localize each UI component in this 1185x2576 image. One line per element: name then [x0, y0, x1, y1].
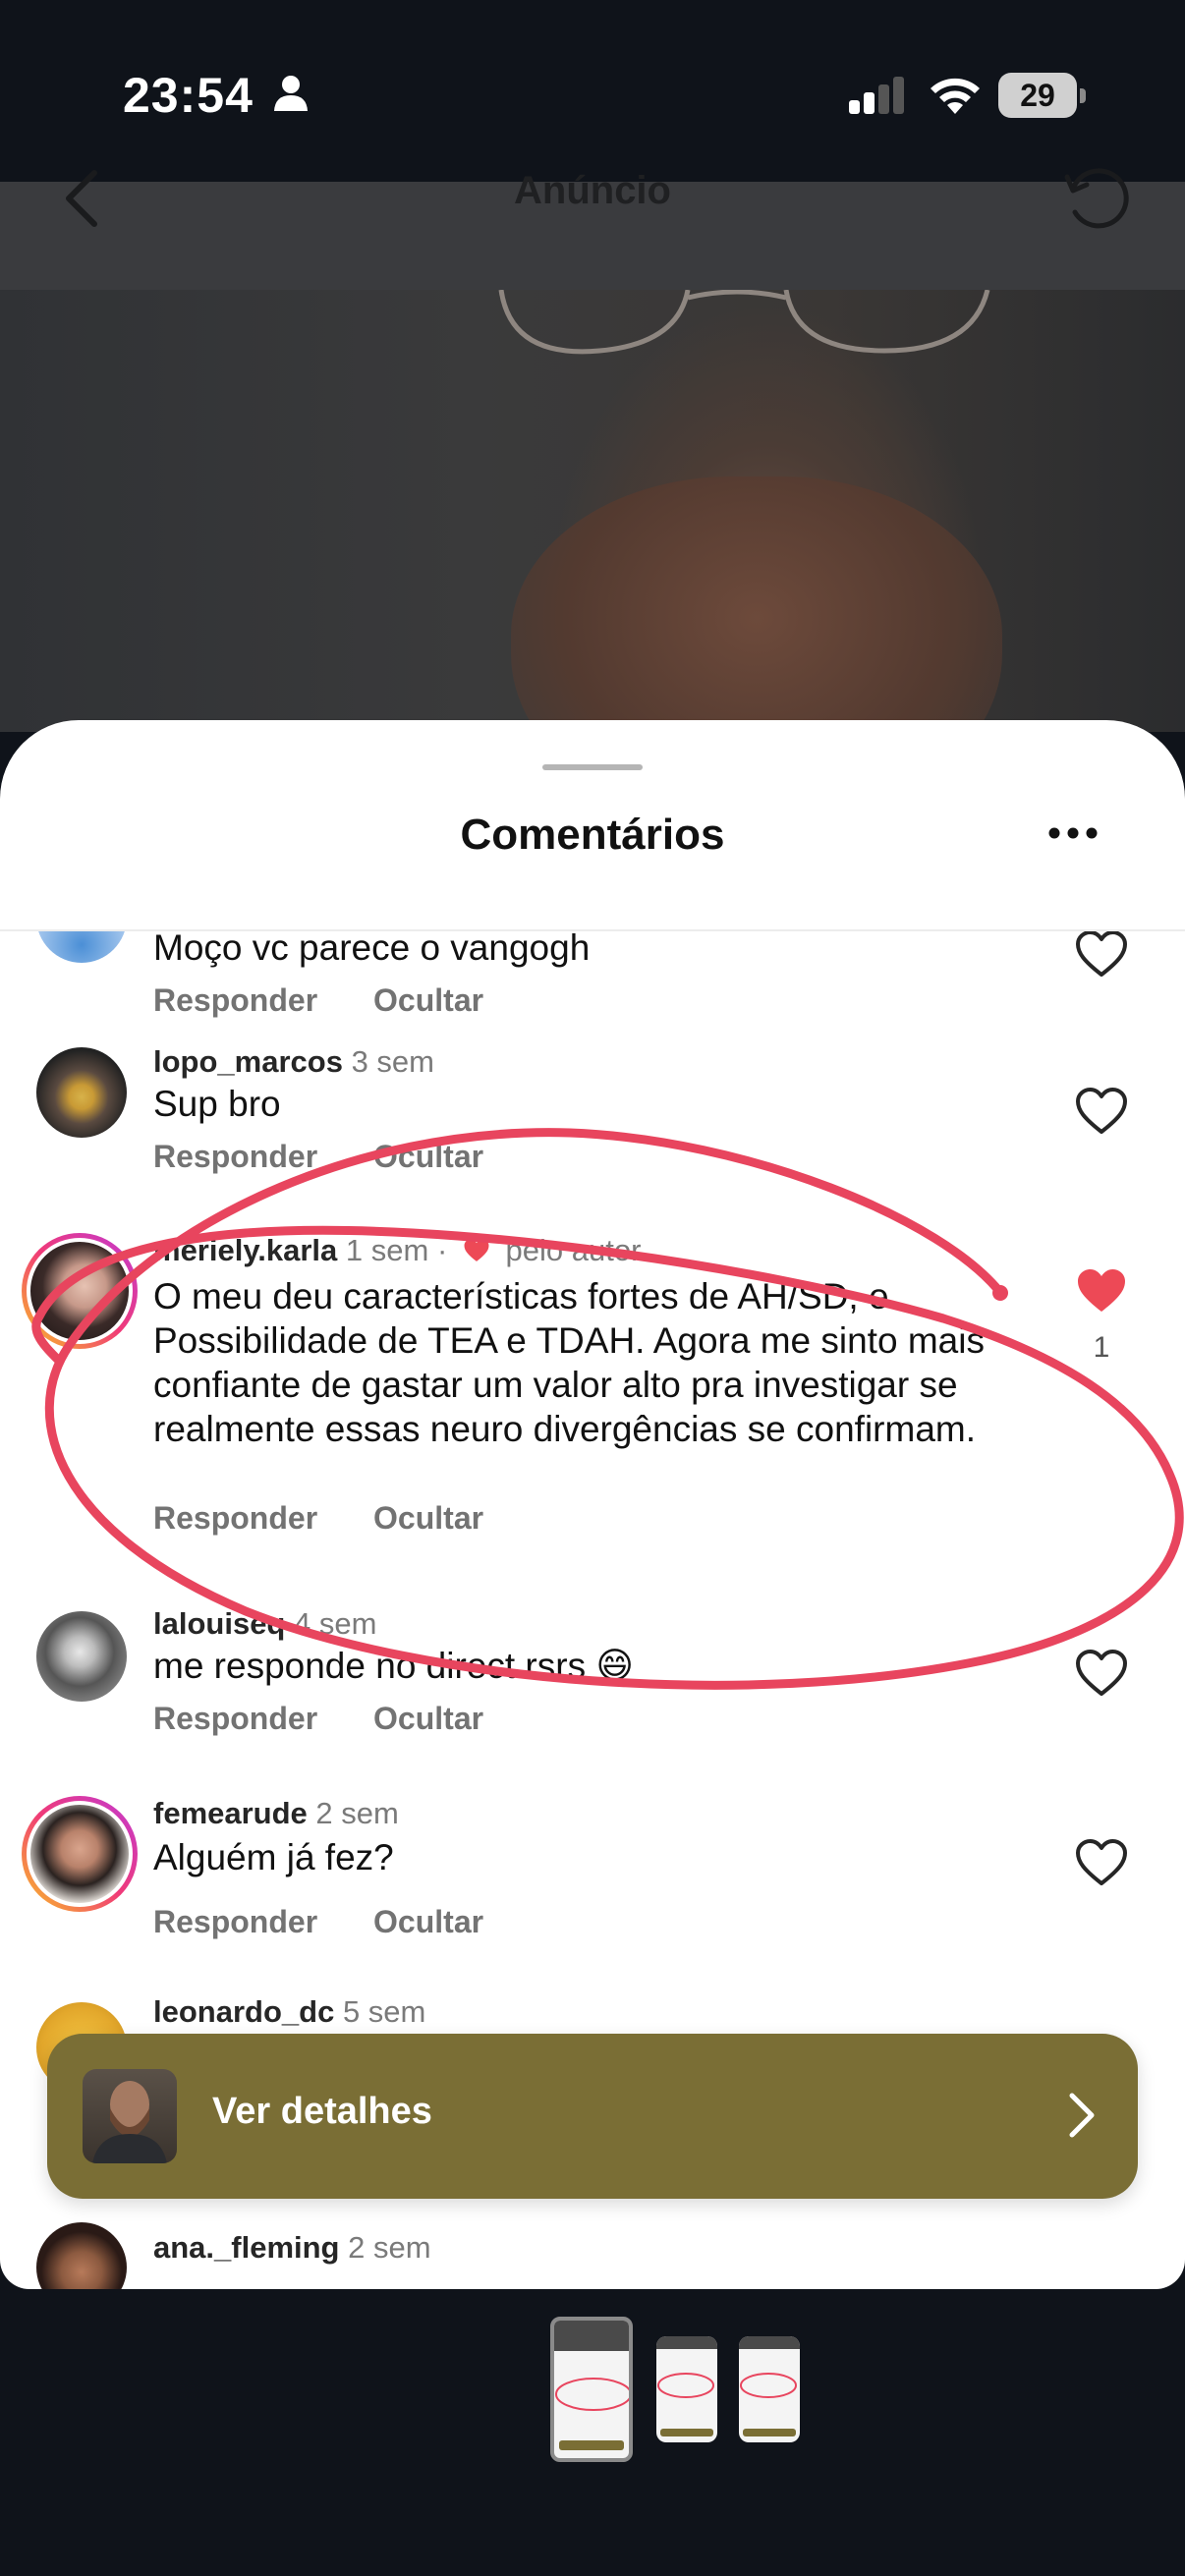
ad-thumbnail-face [92, 2081, 167, 2163]
screenshot-thumbnail-1[interactable] [550, 2317, 633, 2462]
comment-username[interactable]: femearude [153, 1796, 308, 1830]
avatar[interactable] [36, 1047, 127, 1138]
like-count: 1 [1093, 1331, 1110, 1364]
comment-username[interactable]: ana._fleming [153, 2230, 340, 2265]
person-icon [274, 76, 308, 111]
comment-actions: Responder Ocultar [153, 1139, 531, 1175]
comment-meta: lalouiseq 4 sem [153, 1606, 376, 1642]
reply-button[interactable]: Responder [153, 1701, 317, 1736]
drag-handle[interactable] [542, 764, 643, 770]
heart-outline-icon[interactable] [1074, 1087, 1129, 1136]
battery-indicator: 29 [998, 73, 1086, 118]
comment-time: 3 sem [351, 1044, 434, 1079]
status-bar: 23:54 29 [0, 0, 1185, 182]
reply-button[interactable]: Responder [153, 1139, 317, 1174]
heart-filled-icon[interactable] [1074, 1266, 1129, 1316]
wifi-icon [931, 78, 980, 114]
comment-time: 2 sem [315, 1796, 399, 1830]
hide-button[interactable]: Ocultar [373, 982, 483, 1018]
comment-username[interactable]: lalouiseq [153, 1606, 285, 1641]
view-details-label: Ver detalhes [212, 2091, 432, 2132]
status-time: 23:54 [123, 68, 254, 123]
comment-text: me responde no direct rsrs 😄 [153, 1646, 634, 1686]
heart-outline-icon[interactable] [1074, 1838, 1129, 1887]
avatar[interactable] [36, 1611, 127, 1702]
more-options-icon[interactable] [1047, 826, 1099, 840]
reply-button[interactable]: Responder [153, 1500, 317, 1536]
avatar[interactable] [36, 2222, 127, 2289]
comment-meta: femearude 2 sem [153, 1796, 399, 1831]
heart-outline-icon[interactable] [1074, 931, 1129, 979]
comment-username[interactable]: meriely.karla [153, 1233, 337, 1267]
chevron-right-icon [1069, 2093, 1095, 2138]
ad-title: Anúncio [514, 169, 671, 212]
comment-text: Alguém já fez? [153, 1837, 394, 1877]
refresh-icon[interactable] [1063, 165, 1132, 234]
comment-meta: ana._fleming 2 sem [153, 2230, 431, 2266]
view-details-banner[interactable]: Ver detalhes [47, 2034, 1138, 2199]
comment-time: 4 sem [294, 1606, 377, 1641]
sheet-title: Comentários [460, 811, 725, 859]
ad-photo-glasses [498, 290, 990, 355]
screenshot-thumbnail-2[interactable] [656, 2336, 717, 2442]
comment-actions: Responder Ocultar [153, 1701, 531, 1737]
comment-actions: Responder Ocultar [153, 982, 531, 1019]
comment-text: O meu deu características fortes de AH/S… [153, 1276, 985, 1449]
author-heart-icon [464, 1239, 489, 1261]
comment-time: 2 sem [348, 2230, 431, 2265]
comment-username[interactable]: leonardo_dc [153, 1994, 334, 2029]
screenshot-thumbnail-3[interactable] [739, 2336, 800, 2442]
comment-text: Sup bro [153, 1084, 281, 1124]
ad-media [0, 182, 1185, 732]
avatar[interactable] [22, 1233, 138, 1349]
comment-text: Moço vc parece o vangogh [153, 931, 591, 968]
reply-button[interactable]: Responder [153, 1904, 317, 1939]
comment-meta: leonardo_dc 5 sem [153, 1994, 425, 2030]
comment-time: 5 sem [342, 1994, 426, 2029]
hide-button[interactable]: Ocultar [373, 1500, 483, 1536]
cellular-signal-icon [849, 77, 904, 114]
comment-meta: meriely.karla 1 sem · pelo autor [153, 1233, 642, 1267]
reply-button[interactable]: Responder [153, 982, 317, 1018]
hide-button[interactable]: Ocultar [373, 1904, 483, 1939]
heart-outline-icon[interactable] [1074, 1649, 1129, 1698]
hide-button[interactable]: Ocultar [373, 1701, 483, 1736]
avatar[interactable] [36, 931, 127, 963]
comment-actions: Responder Ocultar [153, 1904, 531, 1940]
author-like-label: pelo autor [505, 1233, 642, 1267]
ad-thumbnail [83, 2069, 177, 2163]
hide-button[interactable]: Ocultar [373, 1139, 483, 1174]
avatar[interactable] [22, 1796, 138, 1912]
comment-actions: Responder Ocultar [153, 1500, 531, 1537]
comment-username[interactable]: lopo_marcos [153, 1044, 343, 1079]
comment-time: 1 sem [345, 1233, 429, 1267]
comment-meta: lopo_marcos 3 sem [153, 1044, 434, 1080]
